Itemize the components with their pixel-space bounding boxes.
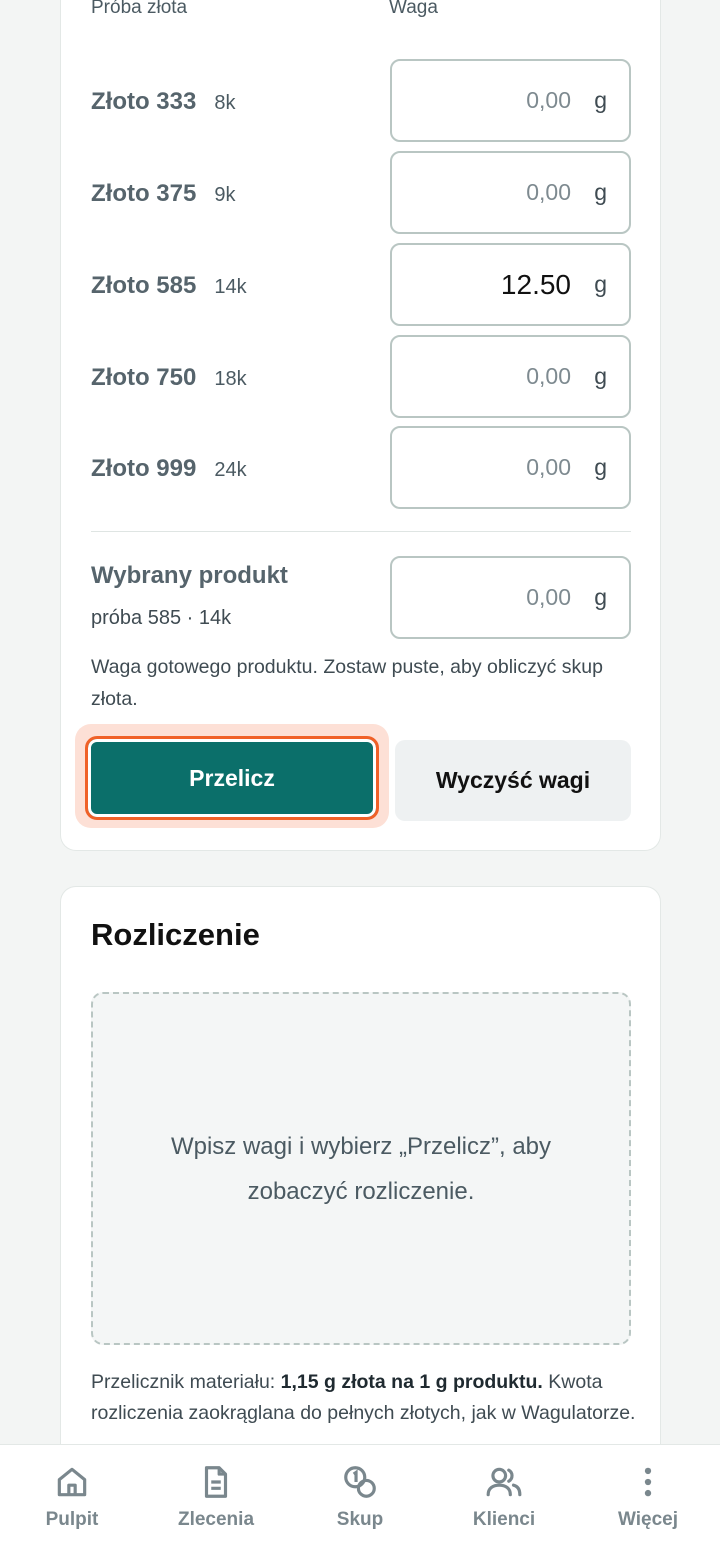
gold-row-label: Złoto 585 14k — [91, 272, 247, 300]
weight-input-333[interactable]: 0,00 g — [390, 59, 631, 142]
unit-label: g — [594, 179, 607, 205]
gold-karat: 8k — [214, 92, 236, 114]
unit-label: g — [594, 454, 607, 480]
gold-name: Złoto 999 — [91, 455, 197, 482]
nav-label: Skup — [336, 1509, 384, 1530]
settlement-title: Rozliczenie — [91, 917, 260, 952]
clear-weights-button[interactable]: Wyczyść wagi — [395, 740, 631, 821]
nav-item-klienci[interactable]: Klienci — [432, 1445, 576, 1561]
gold-karat: 18k — [214, 368, 247, 390]
product-weight-input[interactable]: 0,00 g — [390, 556, 631, 639]
nav-label: Więcej — [617, 1509, 679, 1530]
calculate-button[interactable]: Przelicz — [85, 736, 379, 820]
home-icon — [57, 1467, 87, 1497]
unit-label: g — [594, 584, 607, 610]
gold-row-label: Złoto 333 8k — [91, 88, 235, 116]
purity-column-header: Próba złota — [91, 0, 188, 18]
unit-label: g — [594, 271, 607, 297]
weight-placeholder: 0,00 — [526, 363, 571, 389]
nav-item-skup[interactable]: Skup — [288, 1445, 432, 1561]
nav-label: Klienci — [472, 1509, 536, 1530]
weight-placeholder: 0,00 — [526, 584, 571, 610]
divider — [91, 531, 631, 532]
users-icon — [486, 1467, 522, 1497]
weight-placeholder: 0,00 — [526, 87, 571, 113]
nav-item-wiecej[interactable]: Więcej — [576, 1445, 720, 1561]
note-ratio: 1,15 g złota na 1 g produktu. — [280, 1371, 543, 1393]
more-vertical-icon — [644, 1467, 652, 1497]
gold-karat: 14k — [214, 276, 247, 298]
nav-label: Zlecenia — [177, 1509, 255, 1530]
conversion-note: Przelicznik materiału: 1,15 g złota na 1… — [91, 1367, 636, 1429]
weight-input-999[interactable]: 0,00 g — [390, 426, 631, 509]
selected-product-title: Wybrany produkt — [91, 562, 288, 589]
document-icon — [204, 1466, 228, 1498]
weight-input-750[interactable]: 0,00 g — [390, 335, 631, 418]
weights-card: Próba złota Waga Złoto 333 8k 0,00 g Zło… — [60, 0, 661, 851]
gold-name: Złoto 585 — [91, 272, 197, 299]
gold-karat: 24k — [214, 459, 247, 481]
note-prefix: Przelicznik materiału: — [91, 1371, 281, 1393]
unit-label: g — [594, 87, 607, 113]
settlement-empty-state: Wpisz wagi i wybierz „Przelicz”, aby zob… — [91, 992, 631, 1345]
coins-icon — [344, 1466, 376, 1498]
gold-name: Złoto 333 — [91, 88, 197, 115]
weight-input-375[interactable]: 0,00 g — [390, 151, 631, 234]
weight-input-585[interactable]: 12.50 g — [390, 243, 631, 326]
unit-label: g — [594, 363, 607, 389]
bottom-nav: Pulpit Zlecenia Skup Klienci Więcej — [0, 1444, 720, 1561]
weight-placeholder: 0,00 — [526, 454, 571, 480]
selected-product-subtitle: próba 585 · 14k — [91, 607, 232, 629]
nav-label: Pulpit — [45, 1509, 99, 1530]
gold-row-label: Złoto 375 9k — [91, 180, 235, 208]
gold-name: Złoto 750 — [91, 364, 197, 391]
nav-item-pulpit[interactable]: Pulpit — [0, 1445, 144, 1561]
gold-row-label: Złoto 750 18k — [91, 364, 247, 392]
gold-karat: 9k — [214, 184, 236, 206]
weight-value: 12.50 — [500, 268, 571, 300]
gold-row-label: Złoto 999 24k — [91, 455, 247, 483]
settlement-card: Rozliczenie Wpisz wagi i wybierz „Przeli… — [60, 886, 661, 1506]
empty-state-text: Wpisz wagi i wybierz „Przelicz”, aby zob… — [170, 1132, 552, 1205]
nav-item-zlecenia[interactable]: Zlecenia — [144, 1445, 288, 1561]
product-weight-hint: Waga gotowego produktu. Zostaw puste, ab… — [91, 656, 603, 710]
weight-column-header: Waga — [389, 0, 438, 18]
gold-name: Złoto 375 — [91, 180, 197, 207]
weight-placeholder: 0,00 — [526, 179, 571, 205]
